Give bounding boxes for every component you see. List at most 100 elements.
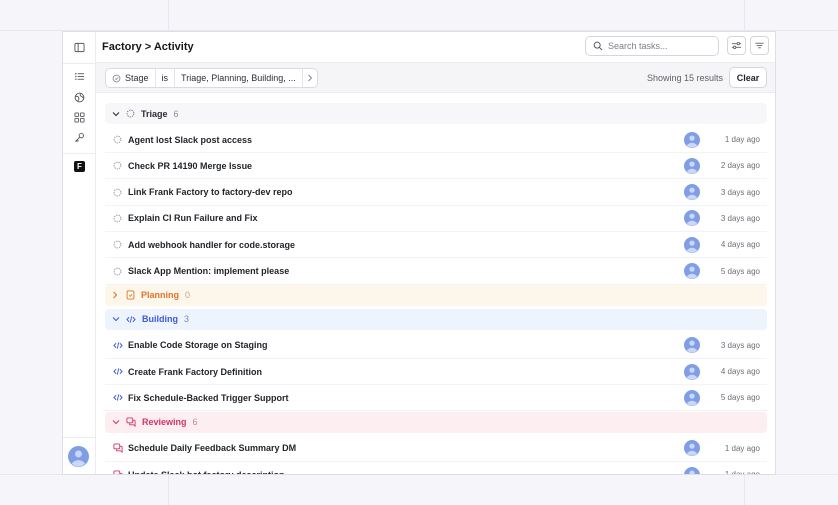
group-count: 6 [192,417,198,428]
filter-remove-button[interactable] [303,69,317,87]
left-rail: F [63,32,96,474]
task-title[interactable]: Agent lost Slack post access [128,135,684,145]
task-row[interactable]: Enable Code Storage on Staging 3 days ago [105,333,767,359]
review-chat-icon [113,469,123,474]
task-timestamp: 3 days ago [720,340,760,350]
task-row[interactable]: Add webhook handler for code.storage 4 da… [105,232,767,259]
filter-field-label: Stage [125,73,149,83]
status-circle-icon [113,267,123,276]
task-timestamp: 2 days ago [720,161,760,171]
task-row[interactable]: Check PR 14190 Merge Issue 2 days ago [105,153,767,180]
assignee-avatar[interactable] [684,440,700,457]
chevron-right-icon[interactable] [112,291,120,299]
code-icon [113,341,123,350]
chevron-down-icon[interactable] [112,316,120,322]
code-icon [113,393,123,402]
status-circle-icon [112,74,121,83]
assignee-avatar[interactable] [684,157,700,174]
globe-icon[interactable] [69,88,89,106]
group-label: Triage [141,108,168,119]
task-row[interactable]: Slack App Mention: implement please 5 day… [105,259,767,285]
assignee-avatar[interactable] [684,466,700,474]
group-header-triage[interactable]: Triage 6 [105,103,767,124]
chevron-right-icon [307,74,313,82]
sidebar-toggle-icon[interactable] [69,38,89,56]
task-row[interactable]: Fix Schedule-Backed Trigger Support 5 day… [105,385,767,412]
search-box[interactable] [585,36,719,56]
chevron-down-icon[interactable] [112,111,120,117]
planning-icon [126,290,135,300]
task-row[interactable]: Create Frank Factory Definition 4 days ag… [105,359,767,386]
factory-logo-icon[interactable]: F [74,161,85,172]
list-icon[interactable] [69,67,89,85]
filter-value[interactable]: Triage, Planning, Building, ... [175,69,303,87]
grid-icon[interactable] [69,108,89,126]
status-circle-icon [113,214,123,223]
filter-button[interactable] [750,36,769,55]
task-title[interactable]: Update Slack bot factory description [128,470,684,475]
app-window: F Factory > Activity Search tasks... Sta… [62,31,776,475]
status-circle-icon [113,135,123,144]
group-label: Reviewing [142,417,187,428]
status-circle-icon [113,240,123,249]
task-timestamp: 3 days ago [720,187,760,197]
assignee-avatar[interactable] [684,210,700,227]
task-list: Triage 6 Agent lost Slack post access 1 day… [96,93,775,474]
key-icon[interactable] [69,128,89,146]
page-header: Factory > Activity [96,32,775,63]
filter-bar: Stage is Triage, Planning, Building, ...… [96,63,775,93]
view-options-button[interactable] [727,36,746,55]
task-row[interactable]: Link Frank Factory to factory-dev repo 3 … [105,180,767,206]
task-timestamp: 1 day ago [714,470,760,474]
task-title[interactable]: Enable Code Storage on Staging [128,340,684,350]
assignee-avatar[interactable] [684,389,700,406]
task-title[interactable]: Check PR 14190 Merge Issue [128,161,684,171]
filter-value-label: Triage, Planning, Building, ... [181,73,296,83]
task-title[interactable]: Create Frank Factory Definition [128,367,684,377]
rail-divider [63,437,95,438]
task-title[interactable]: Link Frank Factory to factory-dev repo [128,187,684,197]
chevron-down-icon[interactable] [112,419,120,425]
search-icon [593,41,603,51]
assignee-avatar[interactable] [684,337,700,354]
rail-divider [63,63,95,64]
group-count: 0 [185,290,191,301]
task-title[interactable]: Fix Schedule-Backed Trigger Support [128,393,684,403]
task-row[interactable]: Explain CI Run Failure and Fix 3 days ago [105,206,767,232]
clear-button[interactable]: Clear [729,67,767,88]
task-timestamp: 1 day ago [724,135,760,144]
assignee-avatar[interactable] [684,263,700,279]
task-row[interactable]: Agent lost Slack post access 1 day ago [105,127,767,153]
assignee-avatar[interactable] [684,184,700,201]
user-avatar[interactable] [68,446,89,472]
status-circle-icon [113,188,123,197]
task-timestamp: 4 days ago [720,367,760,377]
task-timestamp: 5 days ago [720,393,760,403]
task-title[interactable]: Add webhook handler for code.storage [128,240,684,250]
task-title[interactable]: Explain CI Run Failure and Fix [128,213,684,223]
assignee-avatar[interactable] [684,363,700,380]
search-input[interactable] [608,41,708,51]
task-row[interactable]: Update Slack bot factory description 1 da… [105,462,767,474]
task-title[interactable]: Schedule Daily Feedback Summary DM [128,443,684,453]
assignee-avatar[interactable] [684,131,700,148]
group-label: Planning [141,290,179,301]
group-header-reviewing[interactable]: Reviewing 6 [105,411,767,433]
group-header-planning[interactable]: Planning 0 [105,284,767,306]
filter-field[interactable]: Stage [106,69,156,87]
assignee-avatar[interactable] [684,236,700,253]
task-title[interactable]: Slack App Mention: implement please [128,266,684,276]
sliders-icon [731,40,742,51]
status-circle-icon [113,161,123,170]
review-chat-icon [113,443,123,454]
group-header-building[interactable]: Building 3 [105,308,767,330]
filter-operator[interactable]: is [156,69,176,87]
task-timestamp: 5 days ago [720,266,760,276]
task-row[interactable]: Schedule Daily Feedback Summary DM 1 day … [105,436,767,462]
rail-divider [63,153,95,154]
filter-chip[interactable]: Stage is Triage, Planning, Building, ... [105,68,318,88]
task-timestamp: 1 day ago [724,443,760,453]
task-timestamp: 4 days ago [720,240,760,250]
breadcrumb: Factory > Activity [102,41,194,53]
code-icon [113,367,123,376]
